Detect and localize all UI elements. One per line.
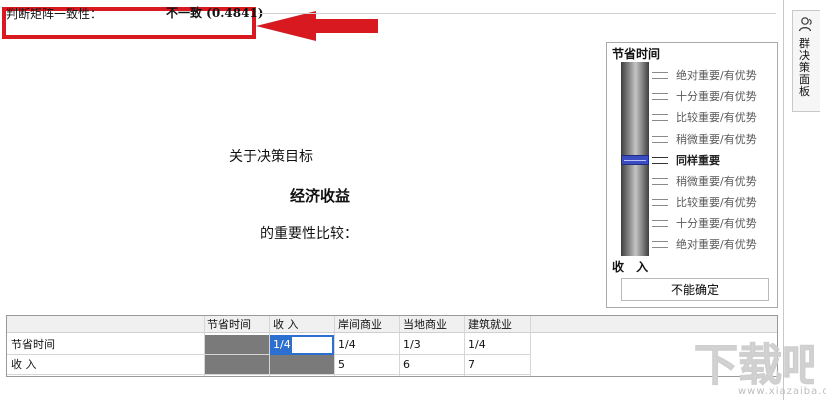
- red-arrow-icon: [256, 11, 378, 41]
- scale-level-label: 绝对重要/有优势: [676, 238, 757, 251]
- goal-label: 关于决策目标: [229, 149, 313, 165]
- column-header[interactable]: 收 入: [273, 316, 299, 334]
- undetermined-button[interactable]: 不能确定: [621, 278, 769, 301]
- column-header[interactable]: 当地商业: [403, 316, 447, 334]
- consistency-label: 判断矩阵一致性：: [6, 7, 103, 21]
- matrix-cell[interactable]: 1/3: [403, 336, 421, 354]
- column-divider: [530, 316, 531, 376]
- matrix-cell[interactable]: 5: [338, 356, 345, 374]
- column-divider: [334, 316, 335, 376]
- tick-icon: [652, 71, 668, 79]
- tick-icon: [652, 198, 668, 206]
- scale-level-label: 十分重要/有优势: [676, 90, 757, 103]
- goal-name: 经济收益: [290, 187, 351, 205]
- scale-level-5[interactable]: 同样重要: [652, 152, 720, 168]
- column-header[interactable]: 岸间商业: [338, 316, 382, 334]
- slider-bottom-label: 收 入: [612, 260, 653, 274]
- scale-level-label: 稍微重要/有优势: [676, 175, 757, 188]
- column-header[interactable]: 节省时间: [207, 316, 251, 334]
- consistency-value: 不一致 (0.4841): [166, 6, 264, 20]
- scale-level-9[interactable]: 绝对重要/有优势: [652, 236, 757, 252]
- matrix-cell-disabled: [270, 355, 334, 374]
- row-header: 节省时间: [11, 338, 55, 351]
- matrix-cell[interactable]: 7: [468, 356, 475, 374]
- matrix-cell-value[interactable]: 1/4: [272, 336, 292, 354]
- slider-top-label: 节省时间: [612, 47, 661, 61]
- row-header: 收 入: [11, 358, 37, 371]
- matrix-cell[interactable]: 6: [403, 356, 410, 374]
- importance-slider-thumb[interactable]: [621, 155, 649, 165]
- column-divider: [464, 316, 465, 376]
- matrix-header: [7, 316, 777, 333]
- scale-level-3[interactable]: 比较重要/有优势: [652, 109, 757, 125]
- scale-level-6[interactable]: 稍微重要/有优势: [652, 173, 757, 189]
- matrix-cell-disabled: [205, 335, 269, 354]
- scale-level-4[interactable]: 稍微重要/有优势: [652, 131, 757, 147]
- scale-level-1[interactable]: 绝对重要/有优势: [652, 67, 757, 83]
- scale-level-8[interactable]: 十分重要/有优势: [652, 215, 757, 231]
- column-divider: [399, 316, 400, 376]
- scale-level-label: 十分重要/有优势: [676, 217, 757, 230]
- group-decision-tab-label: 群决策面板: [799, 37, 810, 98]
- scale-level-label: 同样重要: [676, 154, 720, 167]
- tick-icon: [652, 240, 668, 248]
- tick-icon: [652, 156, 668, 164]
- scale-level-7[interactable]: 比较重要/有优势: [652, 194, 757, 210]
- scale-level-2[interactable]: 十分重要/有优势: [652, 88, 757, 104]
- watermark-text: 下载吧: [694, 340, 814, 391]
- matrix-cell[interactable]: 1/4: [338, 336, 356, 354]
- scale-level-label: 比较重要/有优势: [676, 111, 757, 124]
- tick-icon: [652, 92, 668, 100]
- column-header[interactable]: 建筑就业: [468, 316, 512, 334]
- watermark-logo: 下载吧: [694, 340, 815, 392]
- top-divider: [258, 13, 776, 14]
- watermark-site: www.xiazaiba.com: [738, 386, 826, 397]
- tick-icon: [652, 135, 668, 143]
- compare-label: 的重要性比较：: [260, 226, 358, 242]
- matrix-cell[interactable]: 1/4: [468, 336, 486, 354]
- tick-icon: [652, 177, 668, 185]
- scale-level-label: 比较重要/有优势: [676, 196, 757, 209]
- tick-icon: [652, 219, 668, 227]
- matrix-cell-disabled: [205, 355, 269, 374]
- tick-icon: [652, 113, 668, 121]
- scale-level-label: 稍微重要/有优势: [676, 133, 757, 146]
- group-user-icon: [798, 17, 812, 32]
- scale-level-label: 绝对重要/有优势: [676, 69, 757, 82]
